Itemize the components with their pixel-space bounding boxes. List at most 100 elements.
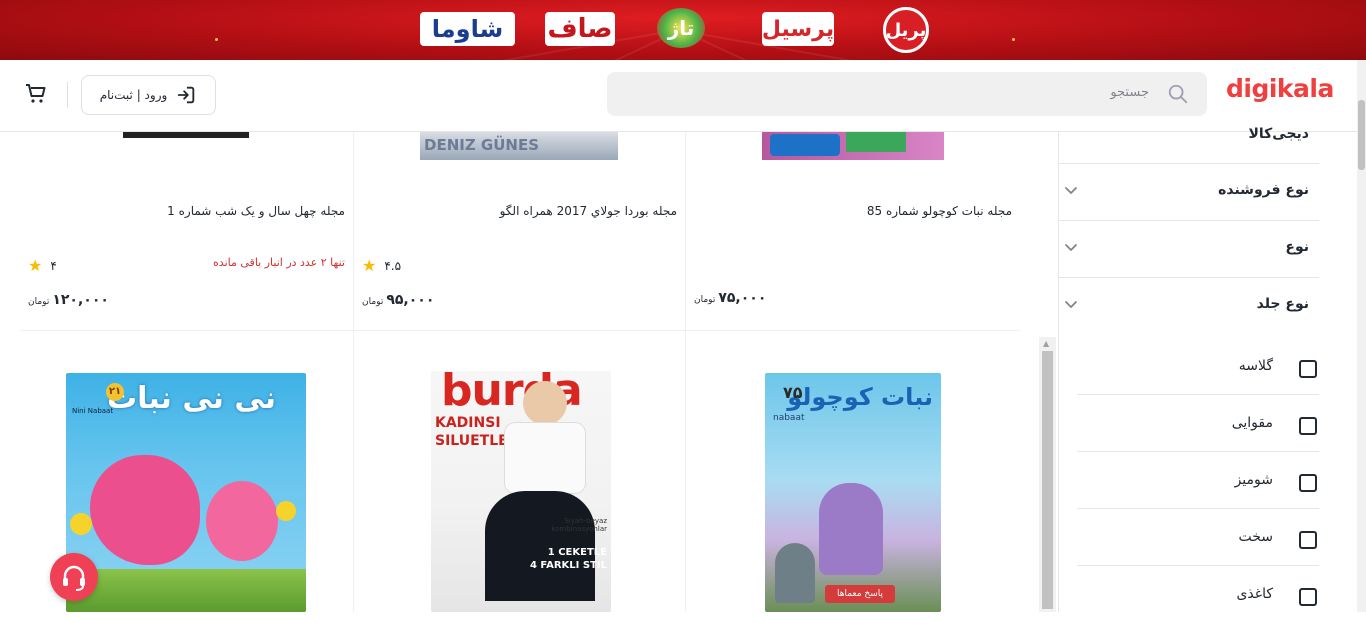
scroll-up-arrow-icon[interactable]: ▲ bbox=[1043, 339, 1049, 348]
image-detail bbox=[523, 381, 567, 425]
currency-label: تومان bbox=[694, 295, 716, 305]
image-detail bbox=[846, 132, 906, 152]
price-value: ۷۵,۰۰۰ bbox=[718, 290, 767, 306]
cover-number: ۲۱ bbox=[106, 383, 124, 401]
cover-headline: KADINSI bbox=[435, 415, 501, 431]
chevron-down-icon bbox=[1065, 244, 1077, 251]
filter-label: دیجی‌کالا bbox=[1248, 126, 1309, 142]
image-detail bbox=[505, 423, 585, 493]
search-icon bbox=[1168, 84, 1188, 104]
product-image: burda KADINSI SILUETLER Siyah-beyaz komb… bbox=[431, 371, 611, 612]
product-card[interactable]: DENIZ GÜNES مجله بوردا جولاي 2017 همراه … bbox=[353, 132, 685, 331]
brand-logo-shama: شاوما bbox=[420, 12, 515, 46]
price-value: ۱۲۰,۰۰۰ bbox=[52, 292, 109, 308]
filter-sidebar: دیجی‌کالا نوع فروشنده نوع نوع جلد گلاسه … bbox=[1058, 126, 1328, 612]
product-title[interactable]: مجله نبات کوچولو شماره 85 bbox=[867, 204, 1012, 218]
filter-seller-type[interactable]: نوع فروشنده bbox=[1059, 164, 1319, 221]
login-button[interactable]: ورود | ثبت‌نام bbox=[81, 75, 216, 115]
digikala-logo[interactable]: digikala bbox=[1226, 74, 1334, 103]
cover-side-text: Siyah-beyaz kombinasyonlar bbox=[551, 517, 607, 533]
product-image: نی نی نبات ۲۱ Nini Nabaat bbox=[66, 373, 306, 612]
product-card[interactable]: نبات کوچولو ۷۵ nabaat پاسخ معماها bbox=[685, 331, 1020, 612]
filter-option[interactable]: کاغذی bbox=[1077, 566, 1319, 623]
checkbox[interactable] bbox=[1299, 474, 1317, 492]
image-detail bbox=[819, 483, 883, 575]
image-detail bbox=[70, 513, 92, 535]
brand-logo-saf: صاف bbox=[545, 12, 615, 46]
currency-label: تومان bbox=[362, 297, 384, 307]
chevron-down-icon bbox=[1065, 187, 1077, 194]
filter-option[interactable]: سخت bbox=[1077, 509, 1319, 566]
chevron-down-icon bbox=[1065, 301, 1077, 308]
list-scrollbar[interactable]: ▲ bbox=[1039, 337, 1056, 612]
star-icon: ★ bbox=[28, 256, 43, 275]
cart-icon[interactable] bbox=[24, 82, 48, 106]
product-card[interactable]: مجله چهل سال و یک شب شماره 1 تنها ۲ عدد … bbox=[20, 132, 353, 331]
list-scrollbar-thumb[interactable] bbox=[1042, 351, 1053, 609]
image-detail bbox=[66, 569, 306, 612]
checkbox[interactable] bbox=[1299, 360, 1317, 378]
cover-subtitle: Nini Nabaat bbox=[72, 407, 114, 415]
product-rating: ★ ۴ bbox=[28, 256, 57, 275]
product-image: DENIZ GÜNES bbox=[420, 132, 618, 160]
site-header: digikala جستجو ورود | ثبت‌نام bbox=[0, 60, 1357, 132]
image-detail bbox=[276, 501, 296, 521]
support-chat-button[interactable] bbox=[50, 553, 98, 601]
image-text: DENIZ GÜNES bbox=[424, 136, 540, 154]
image-detail bbox=[206, 481, 278, 561]
product-price: تومان ۷۵,۰۰۰ bbox=[694, 290, 766, 306]
filter-option[interactable]: گلاسه bbox=[1077, 338, 1319, 395]
product-image: نبات کوچولو ۷۵ nabaat پاسخ معماها bbox=[765, 373, 941, 612]
product-title[interactable]: مجله بوردا جولاي 2017 همراه الگو bbox=[500, 204, 677, 218]
search-placeholder: جستجو bbox=[1110, 85, 1149, 100]
product-price: تومان ۹۵,۰۰۰ bbox=[362, 292, 434, 308]
product-price: تومان ۱۲۰,۰۰۰ bbox=[28, 292, 109, 308]
checkbox[interactable] bbox=[1299, 531, 1317, 549]
header-divider bbox=[67, 82, 68, 108]
brand-logo-persil: پرسیل bbox=[762, 12, 834, 46]
product-card[interactable]: مجله نبات کوچولو شماره 85 تومان ۷۵,۰۰۰ bbox=[685, 132, 1020, 331]
option-label: شومیز bbox=[1234, 472, 1273, 488]
filter-cover-type[interactable]: نوع جلد bbox=[1059, 278, 1319, 335]
cover-title: نی نی نبات bbox=[106, 381, 276, 416]
filter-type[interactable]: نوع bbox=[1059, 221, 1319, 278]
page-scrollbar-thumb[interactable] bbox=[1358, 100, 1365, 170]
brand-logo-pril: پریل bbox=[883, 7, 929, 53]
product-rating: ★ ۴.۵ bbox=[362, 256, 401, 275]
product-title[interactable]: مجله چهل سال و یک شب شماره 1 bbox=[167, 204, 345, 218]
top-promo-banner[interactable]: شاوما صاف تاژ پرسیل پریل bbox=[0, 0, 1366, 60]
option-label: مقوایی bbox=[1231, 415, 1273, 431]
option-label: کاغذی bbox=[1236, 586, 1273, 602]
cover-subtitle: nabaat bbox=[773, 413, 805, 423]
filter-option[interactable]: شومیز bbox=[1077, 452, 1319, 509]
star-icon: ★ bbox=[362, 256, 377, 275]
image-detail bbox=[90, 455, 200, 565]
banner-decoration bbox=[1012, 38, 1015, 41]
banner-decoration bbox=[215, 38, 218, 41]
currency-label: تومان bbox=[28, 297, 50, 307]
cover-tagline: 4 FARKLI STIL bbox=[529, 560, 607, 571]
rating-value: ۴ bbox=[50, 258, 57, 273]
option-label: سخت bbox=[1238, 529, 1273, 545]
filter-option[interactable]: مقوایی bbox=[1077, 395, 1319, 452]
page-scrollbar[interactable] bbox=[1357, 60, 1366, 612]
login-icon bbox=[178, 86, 195, 104]
image-detail bbox=[775, 543, 815, 603]
cover-number: ۷۵ bbox=[783, 383, 803, 402]
image-detail bbox=[485, 491, 595, 601]
product-grid: مجله نبات کوچولو شماره 85 تومان ۷۵,۰۰۰ D… bbox=[20, 132, 1020, 612]
product-card[interactable]: burda KADINSI SILUETLER Siyah-beyaz komb… bbox=[353, 331, 685, 612]
cover-promo: پاسخ معماها bbox=[825, 585, 895, 603]
search-input[interactable]: جستجو bbox=[607, 72, 1207, 116]
price-value: ۹۵,۰۰۰ bbox=[386, 292, 435, 308]
checkbox[interactable] bbox=[1299, 417, 1317, 435]
rating-value: ۴.۵ bbox=[384, 258, 402, 273]
filter-label: نوع جلد bbox=[1256, 296, 1309, 312]
brand-logo-tage: تاژ bbox=[657, 8, 705, 48]
login-label: ورود | ثبت‌نام bbox=[99, 88, 168, 102]
checkbox[interactable] bbox=[1299, 588, 1317, 606]
filter-label: نوع bbox=[1285, 239, 1309, 255]
image-detail bbox=[770, 134, 840, 156]
product-image bbox=[123, 132, 249, 138]
filter-section-cut[interactable]: دیجی‌کالا bbox=[1059, 126, 1319, 164]
